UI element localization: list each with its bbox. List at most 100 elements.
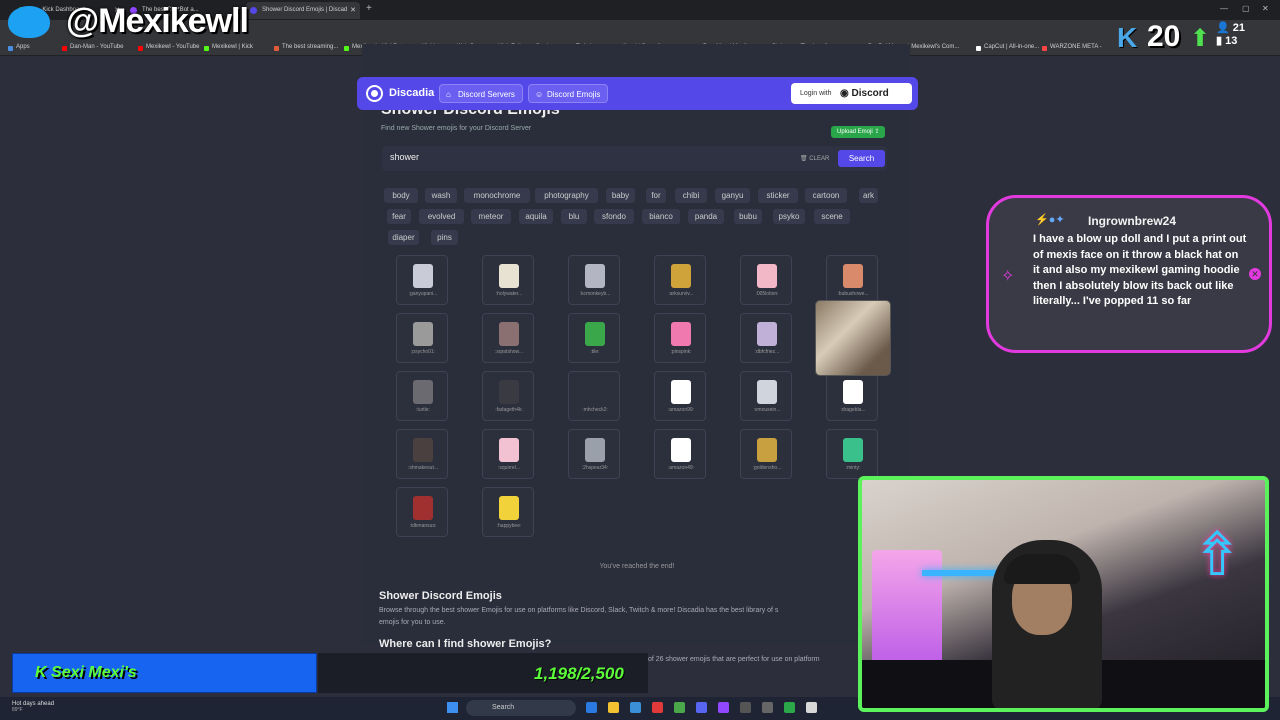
follower-goal-label-box: K Sexi Mexi's — [12, 653, 317, 693]
chrome-icon[interactable] — [674, 702, 685, 713]
tag-chip[interactable]: sfondo — [594, 209, 634, 224]
emoji-card[interactable]: :bubushowe... — [826, 255, 878, 305]
viewer-count-b: ▮ 13 — [1216, 35, 1256, 48]
app-icon[interactable] — [652, 702, 663, 713]
tag-chip[interactable]: meteor — [471, 209, 511, 224]
emoji-card[interactable]: :tile: — [568, 313, 620, 363]
webcam-overlay: ⇮ — [858, 476, 1269, 712]
screen: Str...Kick Dashboard ✕ The best ChatBot a… — [0, 0, 1280, 720]
emoji-card[interactable]: :amazon49: — [654, 429, 706, 479]
new-tab-button[interactable]: + — [366, 3, 372, 14]
discord-icon[interactable] — [696, 702, 707, 713]
app-icon[interactable] — [784, 702, 795, 713]
tag-chip[interactable]: monochrome — [464, 188, 530, 203]
emoji-card[interactable]: :psycho01: — [396, 313, 448, 363]
emoji-card[interactable]: :holywater... — [482, 255, 534, 305]
site-brand[interactable]: Discadia — [389, 87, 434, 99]
tag-chip[interactable]: aquila — [519, 209, 553, 224]
emoji-card[interactable]: :arksurviv... — [654, 255, 706, 305]
emoji-card[interactable]: :idkmansus: — [396, 487, 448, 537]
emoji-card[interactable]: :squirrel... — [482, 429, 534, 479]
close-icon[interactable]: ✕ — [1249, 268, 1261, 280]
emoji-image — [757, 264, 777, 288]
clear-button[interactable]: 🗑 CLEAR — [800, 155, 829, 162]
tag-chip[interactable]: for — [646, 188, 666, 203]
bookmark-item[interactable]: CapCut | All-in-one... — [976, 44, 1040, 51]
emoji-card[interactable]: :fadageth4k: — [482, 371, 534, 421]
viewer-count-a: 👤 21 — [1216, 22, 1256, 35]
tag-chip[interactable]: scene — [814, 209, 850, 224]
tag-chip[interactable]: ganyu — [715, 188, 750, 203]
tag-chip[interactable]: pins — [431, 230, 458, 245]
tag-chip[interactable]: fear — [387, 209, 411, 224]
app-icon[interactable] — [806, 702, 817, 713]
emoji-card[interactable]: :pinspink: — [654, 313, 706, 363]
emoji-label: :2hspear34: — [581, 465, 609, 471]
emoji-card[interactable]: :vmousein... — [740, 371, 792, 421]
tag-chip[interactable]: wash — [425, 188, 457, 203]
emoji-card[interactable]: :ganyupani... — [396, 255, 448, 305]
emoji-card[interactable]: :mhcheck2: — [568, 371, 620, 421]
bookmark-favicon-icon — [976, 46, 981, 51]
upload-emoji-button[interactable]: Upload Emoji ⇪ — [831, 126, 886, 138]
taskbar-search[interactable]: Search — [466, 700, 576, 716]
goal-name: K Sexi Mexi's — [35, 664, 137, 682]
bookmark-favicon-icon — [1042, 46, 1047, 51]
emoji-card[interactable]: :sqratshow... — [482, 313, 534, 363]
tag-chip[interactable]: bianco — [642, 209, 680, 224]
bookmark-label: CapCut | All-in-one... — [984, 44, 1040, 50]
tag-chip[interactable]: bubu — [734, 209, 762, 224]
emoji-card[interactable]: :dragebla... — [826, 371, 878, 421]
folder-icon[interactable] — [608, 702, 619, 713]
nav-discord-servers[interactable]: ⌂ Discord Servers — [439, 84, 523, 103]
close-icon[interactable]: ✕ — [350, 2, 356, 19]
tag-chip[interactable]: ark — [859, 188, 878, 203]
emoji-card[interactable]: :kcmonkeyb... — [568, 255, 620, 305]
app-icon[interactable] — [762, 702, 773, 713]
minimize-icon[interactable]: — — [1220, 4, 1228, 13]
tag-chip[interactable]: evolved — [419, 209, 464, 224]
windows-start-icon[interactable] — [447, 702, 458, 713]
emoji-card[interactable]: :shmakeout... — [396, 429, 448, 479]
emoji-card[interactable]: :minty: — [826, 429, 878, 479]
nav-discord-emojis[interactable]: ☺ Discord Emojis — [528, 84, 609, 103]
emoji-card[interactable]: :dbfcfriez... — [740, 313, 792, 363]
emoji-label: :amazon99: — [667, 407, 695, 413]
tag-chip[interactable]: body — [384, 188, 418, 203]
emoji-card[interactable]: :happybee: — [482, 487, 534, 537]
store-icon[interactable] — [630, 702, 641, 713]
discadia-logo-icon[interactable] — [366, 85, 383, 102]
login-with-discord-button[interactable]: Login with ◉ Discord — [791, 83, 912, 104]
emoji-card[interactable]: :2hspear34: — [568, 429, 620, 479]
emoji-card[interactable]: :amazon99: — [654, 371, 706, 421]
tag-chip[interactable]: sticker — [758, 188, 798, 203]
tag-chip[interactable]: baby — [606, 188, 635, 203]
app-icon[interactable] — [740, 702, 751, 713]
tag-chip[interactable]: blu — [561, 209, 587, 224]
weather-widget[interactable]: Hot days ahead 89°F — [12, 701, 54, 713]
bookmark-item[interactable]: WARZONE META - — [1042, 44, 1102, 51]
emoji-card[interactable]: :005lotion: — [740, 255, 792, 305]
emoji-card[interactable]: :turtle: — [396, 371, 448, 421]
tag-chip[interactable]: psyko — [773, 209, 805, 224]
emoji-image — [413, 380, 433, 404]
user-icon: 👤 — [1216, 22, 1230, 34]
emoji-label: :vmousein... — [753, 407, 781, 413]
close-window-icon[interactable]: ✕ — [1262, 4, 1269, 13]
tag-chip[interactable]: cartoon — [805, 188, 847, 203]
tag-chip[interactable]: photography — [535, 188, 598, 203]
emoji-label: :shmakeout... — [407, 465, 438, 471]
tag-chip[interactable]: chibi — [675, 188, 707, 203]
nav-label: Discord Emojis — [547, 90, 601, 99]
app-icon[interactable] — [718, 702, 729, 713]
tag-chip[interactable]: panda — [688, 209, 724, 224]
emoji-image — [585, 380, 605, 404]
emoji-image — [499, 496, 519, 520]
maximize-icon[interactable]: ▢ — [1242, 4, 1250, 13]
tag-chip[interactable]: diaper — [388, 230, 419, 245]
search-button[interactable]: Search — [838, 150, 885, 167]
emoji-label: :turtle: — [416, 407, 430, 413]
search-input[interactable] — [390, 152, 770, 162]
emoji-card[interactable]: :goldensho... — [740, 429, 792, 479]
edge-icon[interactable] — [586, 702, 597, 713]
